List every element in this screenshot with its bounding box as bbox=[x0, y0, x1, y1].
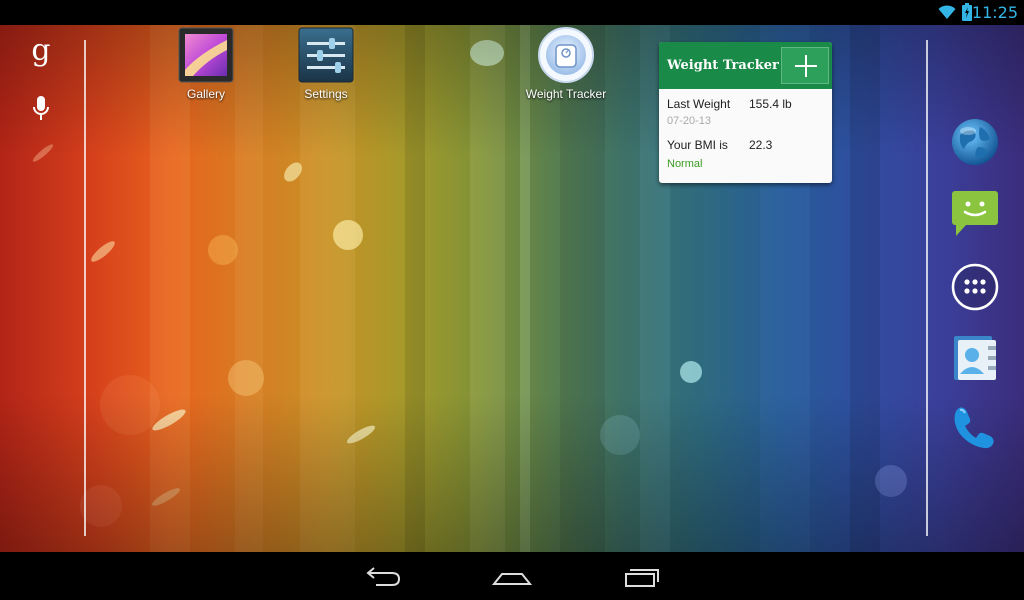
home-icon bbox=[491, 573, 533, 585]
wallpaper bbox=[0, 25, 1024, 552]
gallery-label: Gallery bbox=[186, 87, 225, 101]
plus-icon bbox=[795, 55, 817, 77]
browser-icon[interactable] bbox=[950, 117, 1000, 167]
recent-apps-button[interactable] bbox=[618, 564, 662, 590]
back-button[interactable] bbox=[362, 564, 406, 590]
last-weight-date: 07-20-13 bbox=[667, 115, 712, 127]
battery-icon bbox=[962, 3, 972, 21]
mic-icon[interactable] bbox=[31, 96, 51, 122]
last-weight-value: 155.4 lb bbox=[749, 97, 792, 111]
navigation-bar bbox=[0, 552, 1024, 600]
widget-body: Last Weight 155.4 lb 07-20-13 Your BMI i… bbox=[659, 89, 832, 170]
bmi-label: Your BMI is bbox=[667, 138, 728, 152]
settings-label: Settings bbox=[304, 87, 348, 101]
bmi-value: 22.3 bbox=[749, 138, 773, 152]
back-icon bbox=[366, 567, 401, 586]
home-button[interactable] bbox=[490, 564, 534, 590]
contacts-icon[interactable] bbox=[950, 334, 1000, 384]
google-logo: g bbox=[31, 33, 51, 68]
last-weight-label: Last Weight bbox=[667, 97, 731, 111]
recent-apps-icon bbox=[625, 569, 659, 587]
bmi-status: Normal bbox=[667, 158, 703, 170]
settings-icon bbox=[297, 26, 355, 84]
all-apps-icon[interactable] bbox=[950, 262, 1000, 312]
weight-tracker-icon bbox=[537, 26, 595, 84]
weight-tracker-label: Weight Tracker bbox=[525, 87, 607, 101]
clock: 11:25 bbox=[971, 3, 1018, 22]
status-bar[interactable]: 11:25 bbox=[0, 0, 1024, 25]
weight-tracker-widget[interactable]: Weight Tracker Last Weight 155.4 lb 07-2… bbox=[659, 42, 832, 183]
add-weight-button[interactable] bbox=[781, 47, 829, 84]
settings-shortcut[interactable]: Settings bbox=[281, 26, 371, 101]
google-search-icon[interactable]: g bbox=[30, 36, 52, 70]
weight-tracker-shortcut[interactable]: Weight Tracker bbox=[521, 26, 611, 101]
phone-icon[interactable] bbox=[950, 402, 1000, 452]
gallery-shortcut[interactable]: Gallery bbox=[161, 26, 251, 101]
wifi-icon bbox=[938, 5, 956, 19]
workspace-edge-left bbox=[84, 40, 86, 536]
widget-header: Weight Tracker bbox=[659, 42, 832, 89]
messaging-icon[interactable] bbox=[950, 188, 1000, 238]
gallery-icon bbox=[177, 26, 235, 84]
widget-title: Weight Tracker bbox=[667, 58, 779, 73]
workspace-edge-right bbox=[926, 40, 928, 536]
